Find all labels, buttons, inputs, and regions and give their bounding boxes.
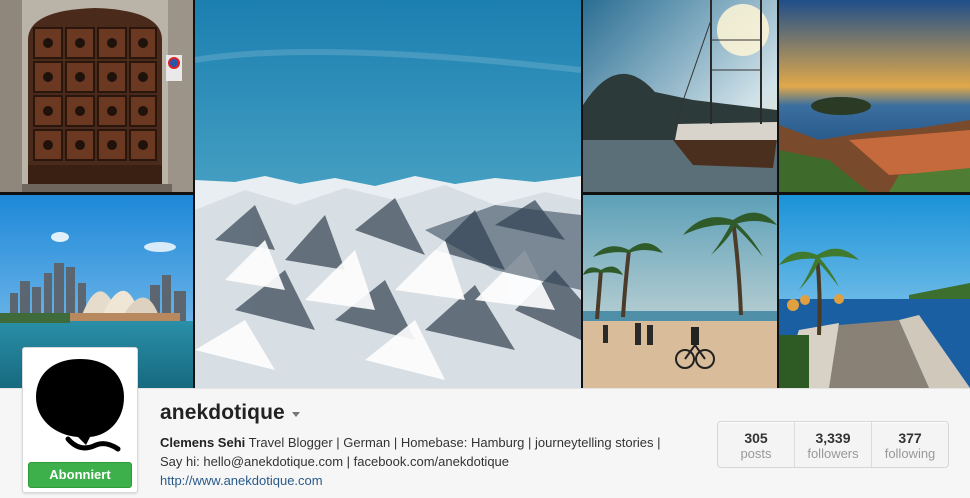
following-label: following (884, 446, 936, 461)
sailing-ship-photo[interactable] (583, 0, 777, 192)
followers-count: 3,339 (815, 430, 851, 446)
stat-followers[interactable]: 3,339 followers (794, 422, 871, 467)
full-name: Clemens Sehi (160, 435, 246, 450)
posts-label: posts (740, 446, 772, 461)
bio-line-2: Say hi: hello@anekdotique.com | facebook… (160, 454, 510, 469)
website-link[interactable]: http://www.anekdotique.com (160, 473, 323, 488)
username: anekdotique (160, 401, 285, 424)
photo-mosaic (0, 0, 970, 388)
snowy-mountains-photo[interactable] (195, 0, 581, 388)
followers-label: followers (807, 446, 859, 461)
door-photo[interactable] (0, 0, 193, 192)
bio-text: Travel Blogger | German | Homebase: Hamb… (245, 435, 661, 450)
posts-count: 305 (744, 430, 768, 446)
avatar-card: Abonniert (22, 347, 138, 493)
avatar[interactable] (28, 353, 132, 457)
chevron-down-icon[interactable] (291, 412, 300, 417)
username-row: anekdotique (160, 400, 300, 426)
following-button[interactable]: Abonniert (28, 462, 132, 488)
bio-line-1: Clemens Sehi Travel Blogger | German | H… (160, 433, 690, 452)
island-coast-photo[interactable] (779, 0, 970, 192)
stat-following[interactable]: 377 following (871, 422, 948, 467)
profile-bio: Clemens Sehi Travel Blogger | German | H… (160, 433, 690, 490)
following-count: 377 (898, 430, 922, 446)
coastal-walkway-photo[interactable] (779, 195, 970, 388)
stat-posts[interactable]: 305 posts (718, 422, 794, 467)
palm-promenade-photo[interactable] (583, 195, 777, 388)
stats-box: 305 posts 3,339 followers 377 following (717, 421, 949, 468)
